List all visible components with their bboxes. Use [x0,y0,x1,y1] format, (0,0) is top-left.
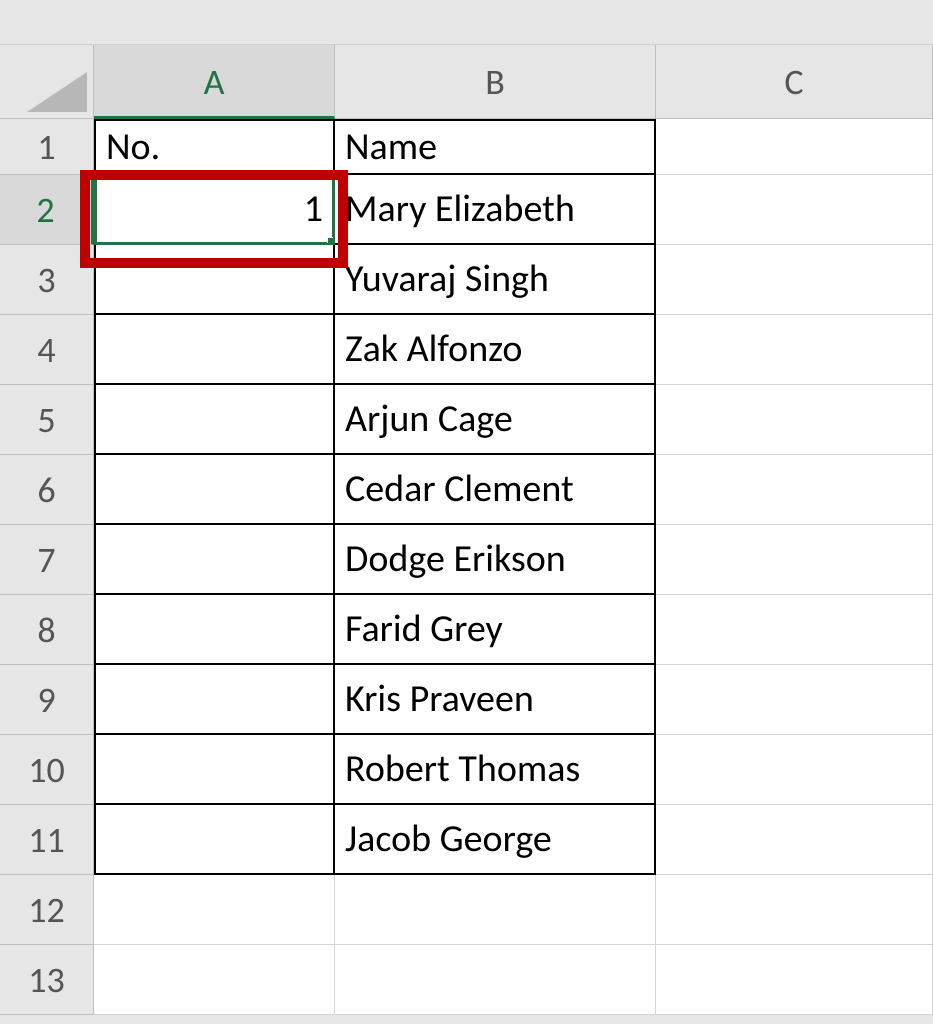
row-7: 7 Dodge Erikson [0,525,933,595]
cell-B4[interactable]: Zak Alfonzo [335,315,656,385]
cell-B10[interactable]: Robert Thomas [335,735,656,805]
row-13: 13 [0,945,933,1015]
cell-A3[interactable] [94,245,335,315]
row-9: 9 Kris Praveen [0,665,933,735]
row-5: 5 Arjun Cage [0,385,933,455]
cell-A5[interactable] [94,385,335,455]
cell-B12[interactable] [335,875,656,945]
select-all-corner[interactable] [0,45,94,119]
cell-C3[interactable] [656,245,933,315]
cell-A2[interactable]: 1 [94,175,335,245]
row-header-6[interactable]: 6 [0,455,94,525]
worksheet-grid: A B C 1 No. Name 2 1 Mary Elizabeth 3 Yu… [0,45,933,1015]
cell-B9[interactable]: Kris Praveen [335,665,656,735]
cell-B3[interactable]: Yuvaraj Singh [335,245,656,315]
row-header-10[interactable]: 10 [0,735,94,805]
column-header-C[interactable]: C [656,45,933,119]
cell-B13[interactable] [335,945,656,1015]
cell-C5[interactable] [656,385,933,455]
row-header-8[interactable]: 8 [0,595,94,665]
spreadsheet-viewport: A B C 1 No. Name 2 1 Mary Elizabeth 3 Yu… [0,0,933,1024]
ribbon-strip [0,0,933,45]
row-12: 12 [0,875,933,945]
row-2: 2 1 Mary Elizabeth [0,175,933,245]
cell-C2[interactable] [656,175,933,245]
cell-B6[interactable]: Cedar Clement [335,455,656,525]
row-header-3[interactable]: 3 [0,245,94,315]
row-header-13[interactable]: 13 [0,945,94,1015]
row-3: 3 Yuvaraj Singh [0,245,933,315]
row-8: 8 Farid Grey [0,595,933,665]
row-header-5[interactable]: 5 [0,385,94,455]
cell-C12[interactable] [656,875,933,945]
cell-C9[interactable] [656,665,933,735]
cell-C1[interactable] [656,119,933,175]
column-header-row: A B C [0,45,933,119]
cell-B7[interactable]: Dodge Erikson [335,525,656,595]
cell-C10[interactable] [656,735,933,805]
cell-A7[interactable] [94,525,335,595]
cell-C11[interactable] [656,805,933,875]
cell-A6[interactable] [94,455,335,525]
cell-A10[interactable] [94,735,335,805]
row-header-4[interactable]: 4 [0,315,94,385]
cell-C4[interactable] [656,315,933,385]
cell-B8[interactable]: Farid Grey [335,595,656,665]
cell-B1[interactable]: Name [335,119,656,175]
row-4: 4 Zak Alfonzo [0,315,933,385]
row-6: 6 Cedar Clement [0,455,933,525]
row-1: 1 No. Name [0,119,933,175]
cell-C6[interactable] [656,455,933,525]
cell-B11[interactable]: Jacob George [335,805,656,875]
row-10: 10 Robert Thomas [0,735,933,805]
column-header-B[interactable]: B [335,45,656,119]
column-header-A[interactable]: A [94,45,335,119]
row-header-12[interactable]: 12 [0,875,94,945]
cell-B2[interactable]: Mary Elizabeth [335,175,656,245]
row-header-1[interactable]: 1 [0,119,94,175]
cell-A11[interactable] [94,805,335,875]
row-11: 11 Jacob George [0,805,933,875]
cell-A8[interactable] [94,595,335,665]
row-header-11[interactable]: 11 [0,805,94,875]
row-header-9[interactable]: 9 [0,665,94,735]
cell-B5[interactable]: Arjun Cage [335,385,656,455]
cell-A13[interactable] [94,945,335,1015]
cell-A9[interactable] [94,665,335,735]
cell-C7[interactable] [656,525,933,595]
cell-C8[interactable] [656,595,933,665]
cell-A1[interactable]: No. [94,119,335,175]
cell-A12[interactable] [94,875,335,945]
row-header-2[interactable]: 2 [0,175,94,245]
row-header-7[interactable]: 7 [0,525,94,595]
cell-C13[interactable] [656,945,933,1015]
cell-A4[interactable] [94,315,335,385]
